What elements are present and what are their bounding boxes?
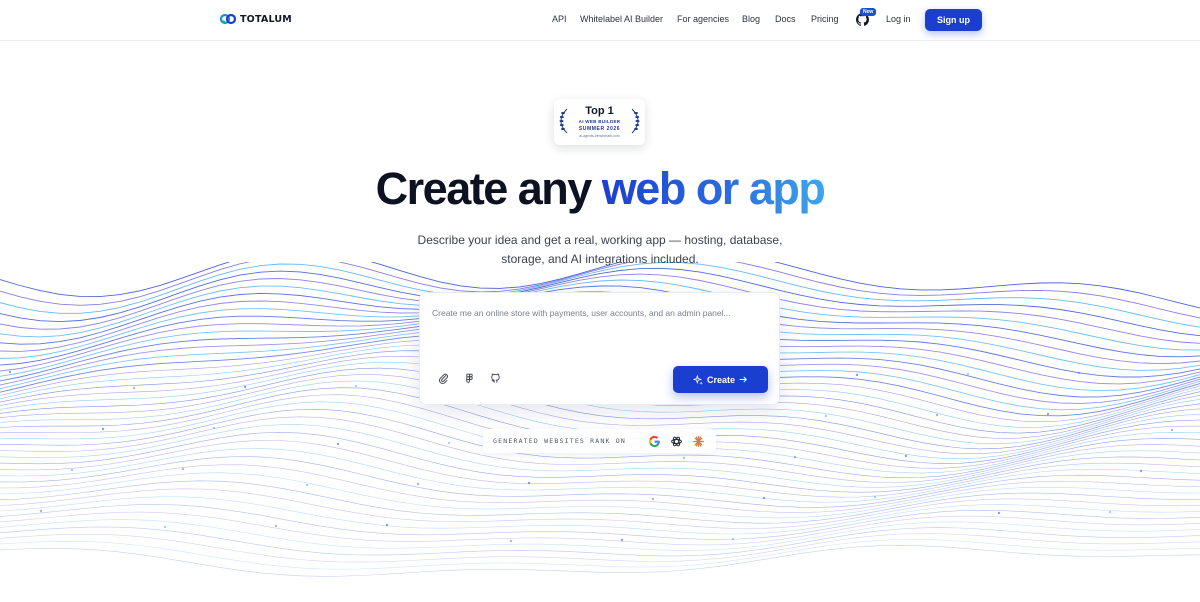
award-season: SUMMER 2026 [578, 126, 621, 132]
subtitle-line-2: storage, and AI integrations included. [501, 252, 699, 266]
openai-icon [671, 436, 682, 447]
wave-dot [509, 539, 513, 543]
wave-dot [8, 370, 12, 374]
github-import-icon[interactable] [490, 373, 501, 384]
prompt-input[interactable]: Create me an online store with payments,… [419, 292, 780, 405]
wave-dot [824, 414, 828, 418]
nav-pricing[interactable]: Pricing [811, 14, 839, 24]
claude-icon [693, 436, 704, 447]
wave-dot [682, 456, 686, 460]
wave-dot [855, 373, 859, 377]
signup-button[interactable]: Sign up [925, 9, 982, 31]
wave-dot [101, 427, 105, 431]
award-title: Top 1 [585, 105, 614, 117]
subtitle-line-1: Describe your idea and get a real, worki… [417, 233, 783, 247]
hero-subtitle: Describe your idea and get a real, worki… [0, 231, 1200, 269]
wave-dot [70, 468, 74, 472]
wave-dot [1139, 469, 1143, 473]
wave-line [0, 545, 1200, 577]
paperclip-icon[interactable] [438, 373, 449, 384]
wave-dot [997, 511, 1001, 515]
wave-dot [447, 441, 451, 445]
wave-line [0, 480, 1200, 524]
wave-line [0, 488, 1200, 529]
wave-line [0, 539, 1200, 570]
rank-label: GENERATED WEBSITES RANK ON [493, 437, 626, 445]
headline-plain: Create any [375, 163, 602, 214]
hero-headline: Create any web or app [0, 163, 1200, 215]
wave-dot [385, 523, 389, 527]
figma-icon[interactable] [464, 373, 475, 384]
rank-strip: GENERATED WEBSITES RANK ON [483, 429, 716, 453]
nav-api[interactable]: API [552, 14, 567, 24]
wave-dot [793, 455, 797, 459]
award-source: ai-agents-benchmark.com [579, 134, 620, 138]
top-navbar: TOTALUM API Whitelabel AI Builder For ag… [0, 0, 1200, 41]
wave-dot [527, 481, 531, 485]
create-label: Create [706, 374, 735, 385]
wave-line [0, 511, 1200, 546]
login-link[interactable]: Log in [886, 14, 911, 24]
wave-dot [163, 525, 167, 529]
wave-dot [762, 496, 766, 500]
wave-dot [181, 467, 185, 471]
nav-whitelabel[interactable]: Whitelabel AI Builder [580, 14, 663, 24]
wave-dot [1170, 428, 1174, 432]
new-badge: New [860, 8, 877, 16]
headline-accent: web or app [601, 163, 826, 214]
wave-dot [731, 537, 735, 541]
wave-dot [274, 524, 278, 528]
wave-dot [39, 509, 43, 513]
wave-dot [305, 483, 309, 487]
wave-dot [243, 385, 247, 389]
award-category: AI WEB BUILDER [578, 119, 621, 124]
award-badge: Top 1 AI WEB BUILDER SUMMER 2026 ai-agen… [554, 99, 645, 145]
nav-blog[interactable]: Blog [742, 14, 760, 24]
wave-dot [620, 538, 624, 542]
wave-dot [904, 454, 908, 458]
wave-line [0, 504, 1200, 540]
wave-dot [416, 482, 420, 486]
sparkle-icon [693, 374, 703, 385]
create-button[interactable]: Create [673, 366, 768, 393]
wave-line [0, 533, 1200, 563]
wave-dot [132, 386, 136, 390]
wave-dot [1077, 371, 1081, 375]
wave-dot [1046, 412, 1050, 416]
wave-dot [354, 384, 358, 388]
wave-dot [1108, 510, 1112, 514]
arrow-right-icon [739, 376, 747, 383]
prompt-placeholder: Create me an online store with payments,… [432, 308, 731, 318]
wave-dot [212, 426, 216, 430]
wave-dot [651, 497, 655, 501]
nav-docs[interactable]: Docs [775, 14, 796, 24]
google-icon [648, 435, 660, 448]
main-nav: API Whitelabel AI Builder For agencies B… [0, 14, 1200, 28]
wave-line [0, 519, 1200, 551]
wave-dot [336, 442, 340, 446]
wave-dot [935, 413, 939, 417]
wave-line [0, 496, 1200, 535]
wave-dot [873, 495, 877, 499]
wave-dot [966, 372, 970, 376]
nav-agencies[interactable]: For agencies [677, 14, 729, 24]
